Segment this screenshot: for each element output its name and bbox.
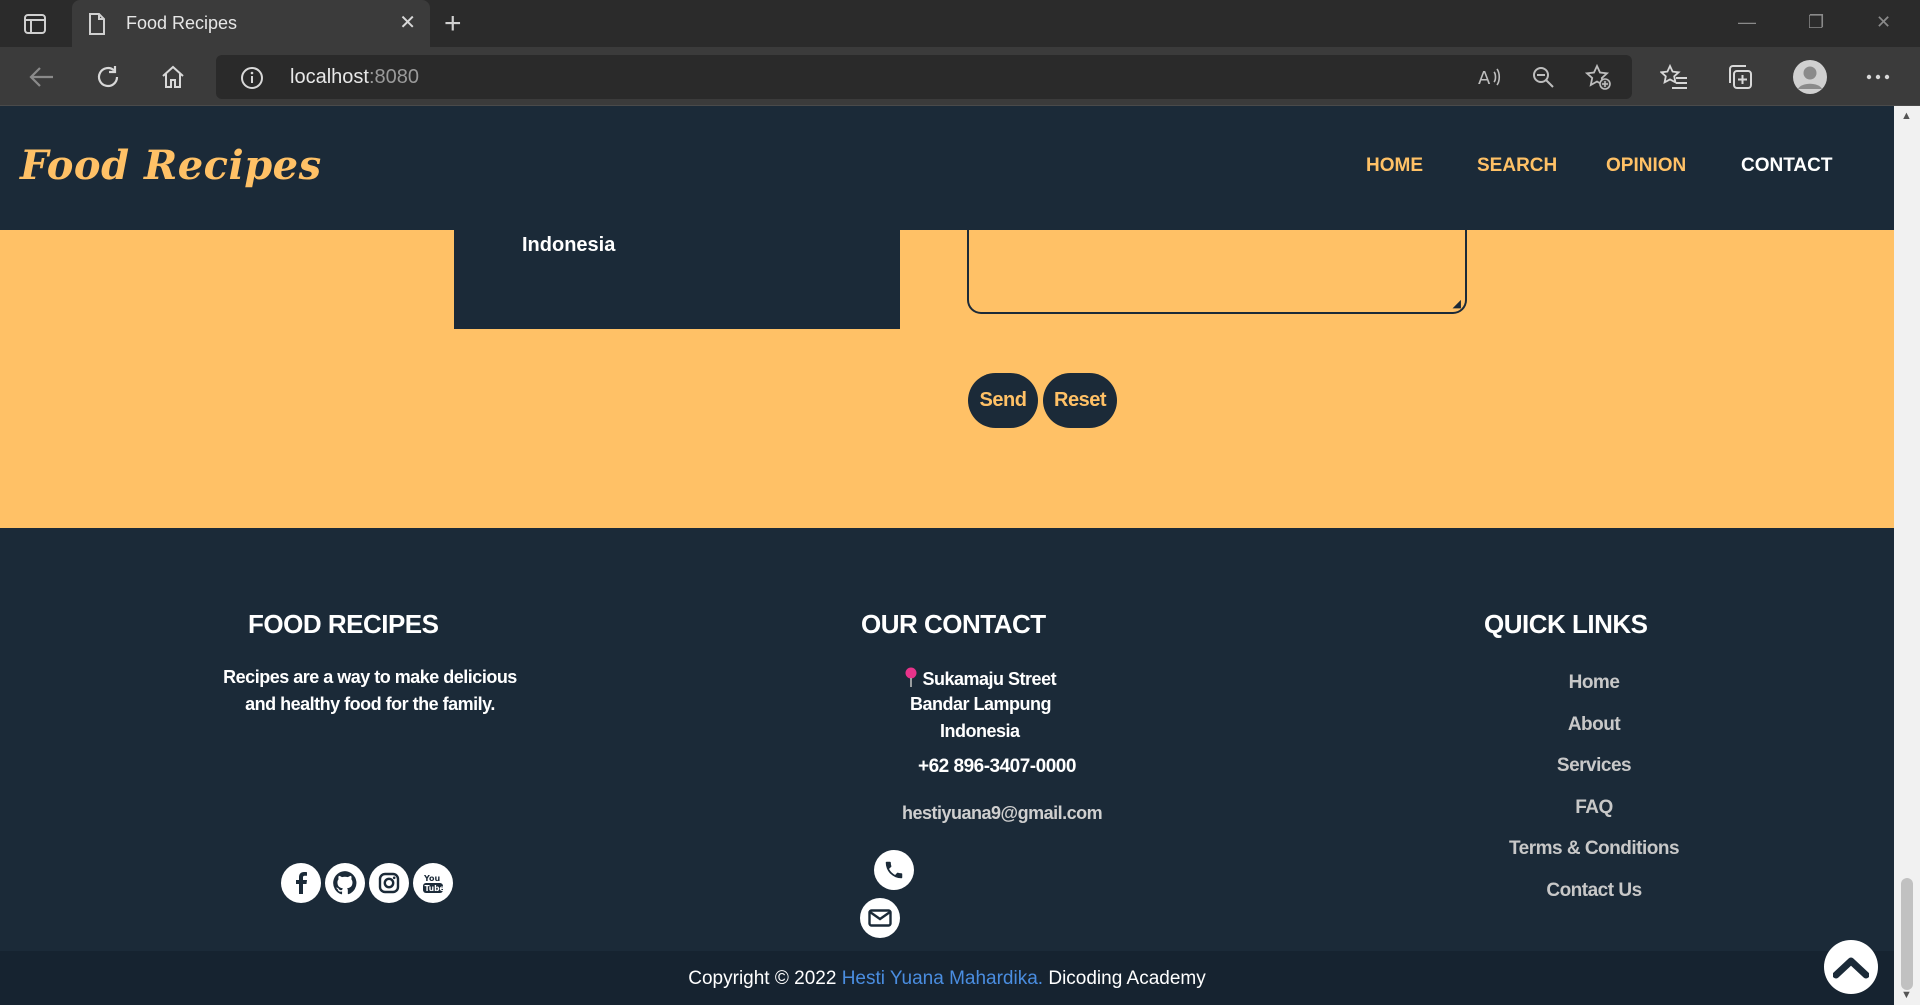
nav-search[interactable]: SEARCH [1477, 155, 1557, 177]
browser-tab[interactable]: Food Recipes ✕ [72, 0, 430, 47]
profile-avatar-icon[interactable] [1792, 59, 1828, 95]
collections-icon[interactable] [1724, 61, 1756, 93]
scroll-up-icon[interactable]: ▲ [1901, 110, 1912, 122]
contact-street-text: Sukamaju Street [922, 669, 1057, 689]
contact-country: Indonesia [940, 721, 1020, 741]
new-tab-icon[interactable]: + [444, 9, 462, 39]
quick-link-home[interactable]: Home [1464, 672, 1724, 694]
address-country: Indonesia [522, 234, 616, 256]
scrollbar-thumb[interactable] [1901, 878, 1913, 990]
svg-text:Tube: Tube [425, 884, 445, 893]
contact-phone[interactable]: +62 896-3407-0000 [918, 756, 1076, 778]
quick-link-faq[interactable]: FAQ [1464, 797, 1724, 819]
close-tab-icon[interactable]: ✕ [399, 13, 416, 33]
tab-actions-icon[interactable] [18, 12, 52, 36]
resize-handle-icon[interactable]: ◢ [1453, 299, 1461, 310]
minimize-icon[interactable]: — [1738, 12, 1756, 32]
zoom-out-icon[interactable] [1527, 61, 1559, 93]
more-options-icon[interactable] [1862, 61, 1894, 93]
scroll-down-icon[interactable]: ▼ [1901, 989, 1912, 1001]
address-bar[interactable]: localhost:8080 A [216, 55, 1632, 99]
page-icon [88, 13, 106, 40]
location-pin-icon [904, 667, 918, 692]
back-icon[interactable] [26, 61, 58, 93]
read-aloud-icon[interactable]: A [1474, 61, 1506, 93]
browser-tab-bar: Food Recipes ✕ + — ❐ ✕ [0, 0, 1920, 47]
copyright-text: Copyright © 2022 Hesti Yuana Mahardika. … [0, 968, 1894, 990]
tab-title: Food Recipes [126, 13, 238, 33]
quick-link-about[interactable]: About [1464, 714, 1724, 736]
back-to-top-button[interactable] [1824, 940, 1878, 994]
social-links: You Tube [281, 863, 461, 903]
quick-link-services[interactable]: Services [1464, 755, 1724, 777]
copyright-suffix: Dicoding Academy [1043, 968, 1206, 989]
home-icon[interactable] [157, 61, 189, 93]
site-info-icon[interactable] [240, 66, 264, 95]
phone-icon [874, 850, 914, 890]
contact-email[interactable]: hestiyuana9@gmail.com [902, 803, 1103, 824]
instagram-icon[interactable] [369, 863, 409, 903]
address-card: Indonesia [454, 230, 900, 329]
contact-section: Indonesia ◢ Send Reset [0, 210, 1894, 528]
restore-icon[interactable]: ❐ [1808, 12, 1824, 32]
copyright-bar: Copyright © 2022 Hesti Yuana Mahardika. … [0, 951, 1894, 1005]
refresh-icon[interactable] [92, 61, 124, 93]
page-scrollbar[interactable]: ▲ ▼ [1894, 106, 1920, 1005]
youtube-icon[interactable]: You Tube [413, 863, 453, 903]
svg-text:A: A [1478, 68, 1491, 88]
quick-link-terms[interactable]: Terms & Conditions [1464, 838, 1724, 860]
contact-city: Bandar Lampung [910, 694, 1052, 714]
email-icon [860, 898, 900, 938]
url-text: localhost:8080 [290, 66, 419, 88]
nav-home[interactable]: HOME [1366, 155, 1423, 177]
copyright-prefix: Copyright © 2022 [688, 968, 842, 989]
site-header: Food Recipes HOME SEARCH OPINION CONTACT [0, 106, 1894, 230]
contact-street: Sukamaju Street [904, 667, 1057, 692]
chevron-up-icon [1833, 955, 1869, 979]
quick-link-contact-us[interactable]: Contact Us [1464, 880, 1724, 902]
reset-button[interactable]: Reset [1043, 373, 1117, 428]
nav-opinion[interactable]: OPINION [1606, 155, 1686, 177]
footer-about-heading: FOOD RECIPES [248, 609, 439, 639]
close-window-icon[interactable]: ✕ [1876, 12, 1891, 32]
github-icon[interactable] [325, 863, 365, 903]
send-button[interactable]: Send [968, 373, 1038, 428]
author-link[interactable]: Hesti Yuana Mahardika. [842, 968, 1043, 989]
site-logo[interactable]: Food Recipes [20, 142, 322, 189]
page-viewport: Food Recipes HOME SEARCH OPINION CONTACT… [0, 106, 1894, 1005]
site-footer: FOOD RECIPES Recipes are a way to make d… [0, 528, 1894, 951]
nav-contact[interactable]: CONTACT [1741, 155, 1832, 177]
svg-text:You: You [423, 874, 441, 883]
browser-toolbar: localhost:8080 A [0, 47, 1920, 106]
footer-links-heading: QUICK LINKS [1484, 609, 1648, 639]
footer-about-description: Recipes are a way to make delicious and … [223, 667, 517, 714]
add-favorite-icon[interactable] [1582, 61, 1614, 93]
facebook-icon[interactable] [281, 863, 321, 903]
footer-contact-heading: OUR CONTACT [861, 609, 1046, 639]
favorites-icon[interactable] [1658, 61, 1690, 93]
